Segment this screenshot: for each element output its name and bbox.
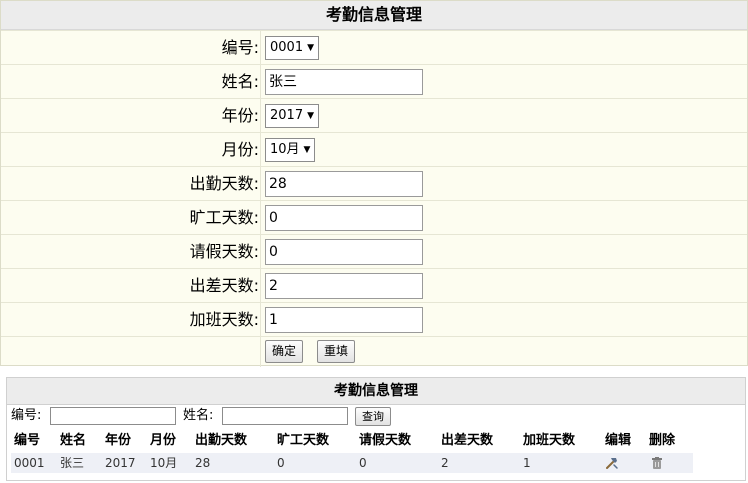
absent-label: 旷工天数:	[189, 208, 259, 227]
column-header-attendance: 出勤天数	[195, 433, 248, 448]
form-row-year: 年份: 2017 ▼	[1, 98, 747, 133]
form-row-overtime: 加班天数: 1	[1, 302, 747, 337]
cell-overtime: 1	[523, 456, 531, 470]
column-header-name: 姓名	[60, 433, 87, 448]
month-label: 月份:	[221, 140, 259, 159]
id-select[interactable]: 0001 ▼	[265, 36, 320, 60]
cell-month: 10月	[150, 456, 178, 470]
column-header-business-trip: 出差天数	[441, 433, 494, 448]
form-row-id: 编号: 0001 ▼	[1, 30, 747, 65]
leave-input[interactable]: 0	[265, 239, 423, 265]
attendance-list: 考勤信息管理 编号: 姓名: 查询 编号 姓名 年份 月份 出勤天数 旷工天数 …	[6, 377, 746, 481]
cell-id: 0001	[14, 456, 45, 470]
trash-icon[interactable]	[650, 456, 664, 470]
form-title: 考勤信息管理	[1, 1, 747, 30]
attendance-input[interactable]: 28	[265, 171, 423, 197]
form-row-leave: 请假天数: 0	[1, 234, 747, 269]
search-name-label: 姓名:	[183, 408, 214, 423]
cell-year: 2017	[105, 456, 136, 470]
column-header-overtime: 加班天数	[523, 433, 576, 448]
form-row-attendance: 出勤天数: 28	[1, 166, 747, 201]
search-bar: 编号: 姓名: 查询	[7, 405, 745, 427]
cell-name: 张三	[60, 456, 85, 470]
cell-leave: 0	[359, 456, 367, 470]
column-header-edit: 编辑	[605, 433, 632, 448]
search-button[interactable]: 查询	[355, 407, 391, 426]
form-row-month: 月份: 10月 ▼	[1, 132, 747, 167]
column-header-leave: 请假天数	[359, 433, 412, 448]
column-header-year: 年份	[105, 433, 132, 448]
overtime-label: 加班天数:	[189, 310, 259, 329]
year-select[interactable]: 2017 ▼	[265, 104, 320, 128]
form-row-absent: 旷工天数: 0	[1, 200, 747, 235]
form-row-name: 姓名: 张三	[1, 64, 747, 99]
overtime-input[interactable]: 1	[265, 307, 423, 333]
chevron-down-icon: ▼	[303, 145, 311, 155]
search-id-label: 编号:	[11, 408, 42, 423]
month-select[interactable]: 10月 ▼	[265, 138, 316, 162]
attendance-label: 出勤天数:	[189, 174, 259, 193]
list-title: 考勤信息管理	[7, 378, 745, 405]
cell-business-trip: 2	[441, 456, 449, 470]
attendance-form: 考勤信息管理 编号: 0001 ▼ 姓名: 张三 年份: 2017 ▼ 月份: 10…	[0, 0, 748, 367]
chevron-down-icon: ▼	[307, 111, 315, 121]
absent-input[interactable]: 0	[265, 205, 423, 231]
reset-button[interactable]: 重填	[317, 340, 356, 363]
form-row-business-trip: 出差天数: 2	[1, 268, 747, 303]
year-label: 年份:	[221, 106, 259, 125]
hammer-icon[interactable]	[605, 456, 619, 470]
confirm-button[interactable]: 确定	[265, 340, 304, 363]
column-header-id: 编号	[14, 433, 41, 448]
business-trip-label: 出差天数:	[189, 276, 259, 295]
column-header-absent: 旷工天数	[277, 433, 330, 448]
leave-label: 请假天数:	[189, 242, 259, 261]
name-label: 姓名:	[221, 72, 259, 91]
cell-absent: 0	[277, 456, 285, 470]
id-label: 编号:	[221, 38, 259, 57]
business-trip-input[interactable]: 2	[265, 273, 423, 299]
form-row-buttons	[1, 336, 747, 367]
name-input[interactable]: 张三	[265, 69, 423, 95]
search-id-input[interactable]	[50, 407, 176, 425]
search-name-input[interactable]	[222, 407, 348, 425]
column-header-month: 月份	[150, 433, 177, 448]
column-header-delete: 删除	[649, 433, 676, 448]
chevron-down-icon: ▼	[307, 43, 315, 53]
cell-attendance: 28	[195, 456, 211, 470]
